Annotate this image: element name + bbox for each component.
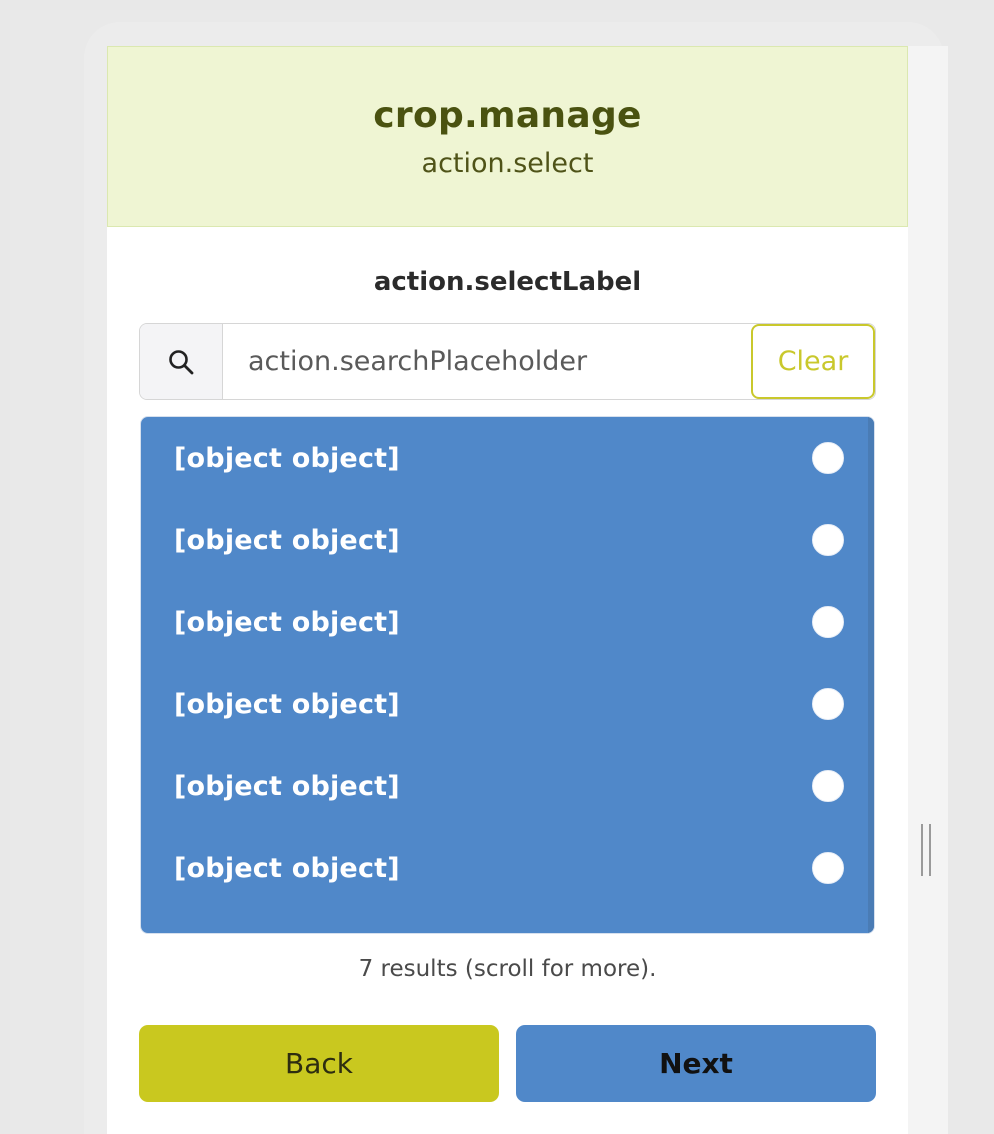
list-item-label: [object object]: [174, 606, 400, 638]
list-item[interactable]: [object object]: [141, 417, 874, 499]
list-item-label: [object object]: [174, 852, 400, 884]
radio-button[interactable]: [812, 770, 844, 802]
list-item-label: [object object]: [174, 770, 400, 802]
search-bar: Clear: [139, 323, 876, 400]
list-item[interactable]: [object object]: [141, 663, 874, 745]
list-item-label: [object object]: [174, 688, 400, 720]
list-item[interactable]: [object object]: [141, 581, 874, 663]
clear-button[interactable]: Clear: [751, 324, 875, 399]
scrollbar[interactable]: [868, 417, 874, 933]
radio-button[interactable]: [812, 606, 844, 638]
next-button[interactable]: Next: [516, 1025, 876, 1102]
search-icon: [140, 324, 223, 399]
radio-button[interactable]: [812, 688, 844, 720]
results-count: 7 results (scroll for more).: [358, 956, 657, 982]
side-panel: [908, 46, 948, 1134]
radio-button[interactable]: [812, 442, 844, 474]
select-label: action.selectLabel: [373, 267, 642, 297]
results-list[interactable]: [object object] [object object] [object …: [140, 416, 875, 934]
list-item[interactable]: [object object]: [141, 499, 874, 581]
app-header: crop.manage action.select: [107, 46, 908, 227]
list-item[interactable]: [object object]: [141, 827, 874, 909]
app-title: crop.manage: [373, 95, 642, 136]
list-item-label: [object object]: [174, 442, 400, 474]
resize-handle[interactable]: [921, 824, 931, 876]
radio-button[interactable]: [812, 852, 844, 884]
app-screen: crop.manage action.select action.selectL…: [107, 46, 908, 1134]
list-item[interactable]: [object object]: [141, 745, 874, 827]
search-input[interactable]: [223, 324, 751, 399]
app-subtitle: action.select: [421, 148, 594, 179]
radio-button[interactable]: [812, 524, 844, 556]
list-item-label: [object object]: [174, 524, 400, 556]
back-button[interactable]: Back: [139, 1025, 499, 1102]
